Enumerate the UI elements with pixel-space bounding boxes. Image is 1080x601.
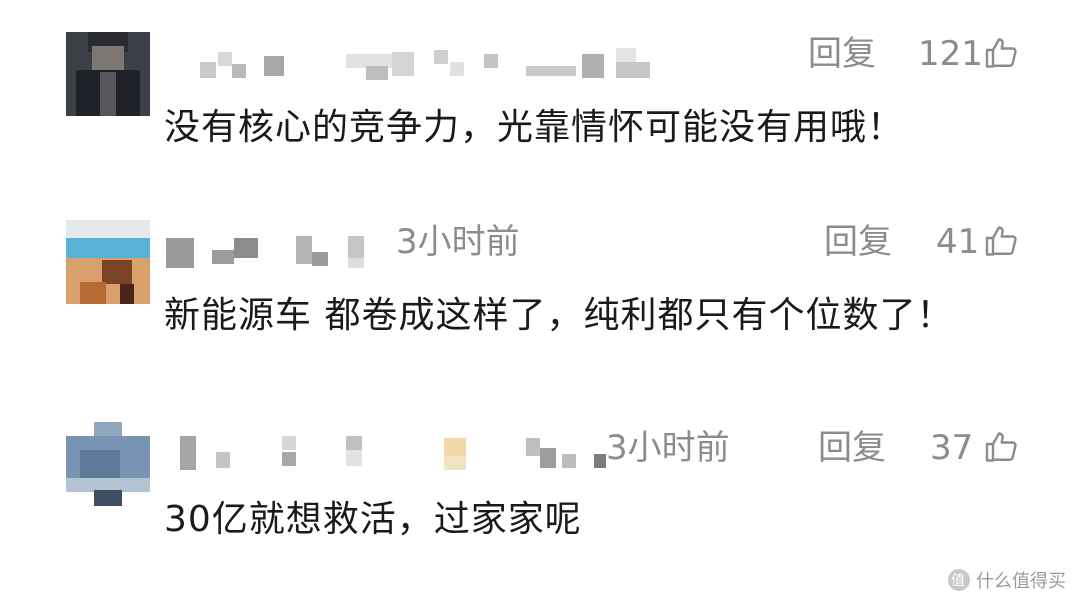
watermark-text: 什么值得买 [976, 571, 1066, 592]
watermark: 什么值得买 [948, 567, 1066, 593]
username-blurred[interactable] [170, 432, 620, 472]
username-blurred[interactable] [196, 44, 676, 84]
like-count: 121 [918, 34, 983, 74]
thumbs-up-icon[interactable] [984, 34, 1020, 72]
reply-button[interactable]: 回复 [808, 34, 876, 74]
avatar[interactable] [66, 422, 150, 506]
comment-text: 没有核心的竞争力，光靠情怀可能没有用哦！ [164, 107, 905, 148]
reply-button[interactable]: 回复 [818, 428, 886, 468]
username-blurred[interactable] [164, 230, 404, 270]
like-count: 37 [930, 428, 974, 468]
thumbs-up-icon[interactable] [984, 222, 1020, 260]
reply-button[interactable]: 回复 [824, 222, 892, 262]
avatar[interactable] [66, 32, 150, 116]
comment-text: 30亿就想救活，过家家呢 [164, 499, 582, 540]
comment-text: 新能源车 都卷成这样了，纯利都只有个位数了！ [164, 295, 954, 336]
comment-time: 3小时前 [396, 222, 520, 262]
thumbs-up-icon[interactable] [984, 428, 1020, 466]
avatar[interactable] [66, 220, 150, 304]
comment-time: 3小时前 [606, 428, 730, 468]
smzdm-logo-icon [948, 569, 970, 591]
like-count: 41 [936, 222, 980, 262]
